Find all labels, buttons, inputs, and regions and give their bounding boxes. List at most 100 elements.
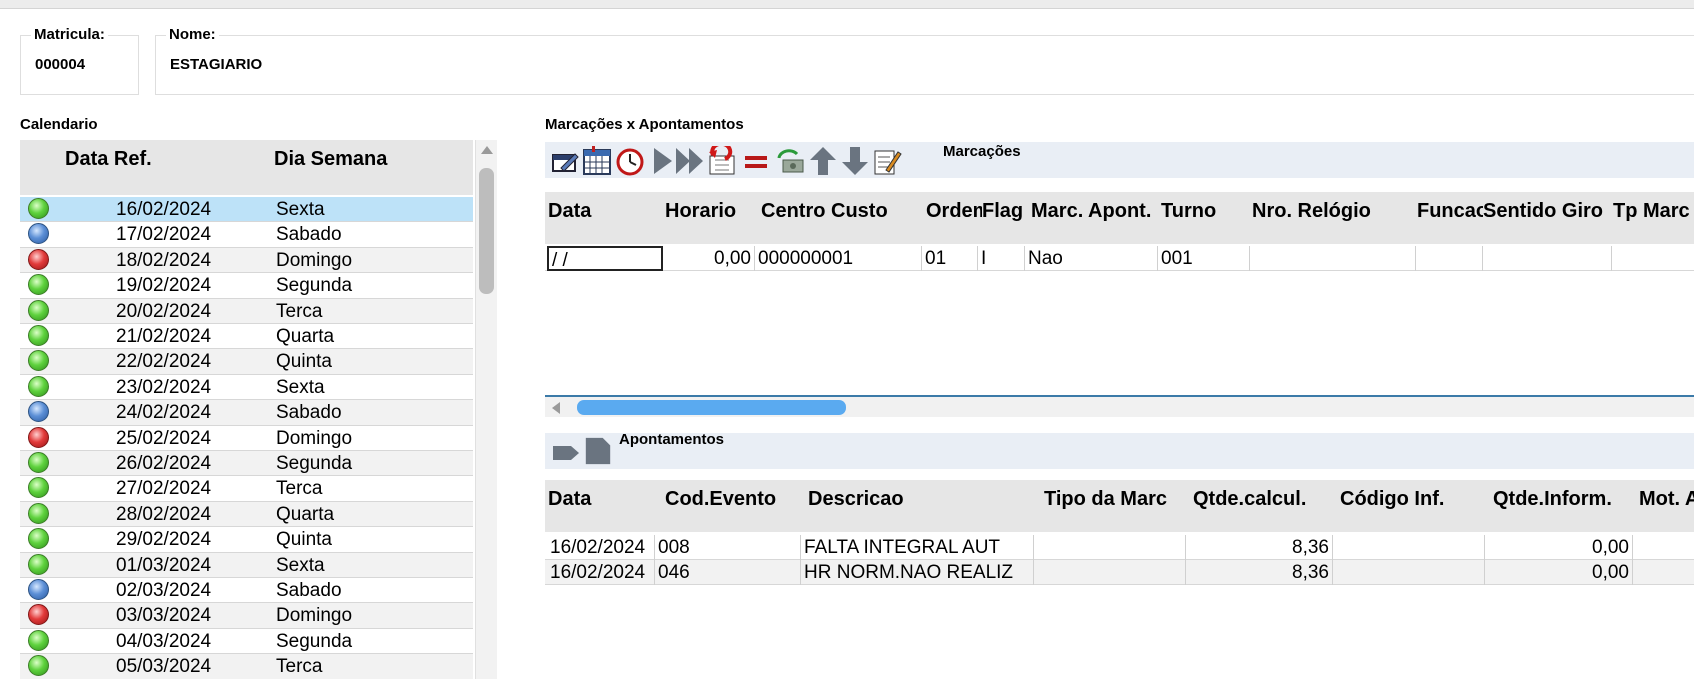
play-icon[interactable] <box>648 146 678 176</box>
data-cell[interactable]: 16/02/2024 <box>547 535 655 560</box>
descricao-cell[interactable]: FALTA INTEGRAL AUT <box>801 535 1034 560</box>
green-status-icon <box>28 502 49 524</box>
tipo-cell[interactable] <box>1034 560 1186 585</box>
calendar-day: Terca <box>276 478 323 500</box>
col-sentido-giro[interactable]: Sentido Giro <box>1483 200 1612 223</box>
col-marc-apont[interactable]: Marc. Apont. <box>1031 200 1159 223</box>
col-data[interactable]: Data <box>548 488 658 511</box>
fast-forward-icon[interactable] <box>675 146 705 176</box>
col-data[interactable]: Data <box>548 200 653 223</box>
col-qtde-inform[interactable]: Qtde.Inform. <box>1493 488 1633 511</box>
data-cell[interactable]: 16/02/2024 <box>547 560 655 585</box>
tipo-cell[interactable] <box>1034 535 1186 560</box>
green-status-icon <box>28 629 49 651</box>
cod-cell[interactable]: 008 <box>655 535 801 560</box>
calendar-row[interactable]: 16/02/2024 Sexta <box>20 197 473 223</box>
col-descricao[interactable]: Descricao <box>808 488 1008 511</box>
calendar-row[interactable]: 25/02/2024 Domingo <box>20 425 473 451</box>
cod-inf-cell[interactable] <box>1333 535 1485 560</box>
calendar-row[interactable]: 22/02/2024 Quinta <box>20 349 473 375</box>
scroll-thumb[interactable] <box>479 168 494 294</box>
col-qtde-calcul[interactable]: Qtde.calcul. <box>1193 488 1333 511</box>
calendar-row[interactable]: 20/02/2024 Terca <box>20 298 473 324</box>
calendar-row[interactable]: 27/02/2024 Terca <box>20 476 473 502</box>
calendar-row[interactable]: 03/03/2024 Domingo <box>20 603 473 629</box>
col-codigo-inf[interactable]: Código Inf. <box>1340 488 1480 511</box>
calendar-row[interactable]: 19/02/2024 Segunda <box>20 273 473 299</box>
green-status-icon <box>28 198 49 219</box>
col-tipo-marc[interactable]: Tipo da Marc <box>1044 488 1184 511</box>
col-data-ref[interactable]: Data Ref. <box>65 148 152 171</box>
tp-marc-cell[interactable] <box>1612 246 1694 271</box>
col-mot-a[interactable]: Mot. A <box>1639 488 1694 511</box>
notes-icon[interactable] <box>872 146 902 176</box>
col-ordem[interactable]: Ordem <box>926 200 982 223</box>
calendar-row[interactable]: 04/03/2024 Segunda <box>20 628 473 655</box>
matricula-value: 000004 <box>35 56 86 73</box>
refresh-money-icon[interactable] <box>775 146 805 176</box>
marcacoes-row[interactable]: / / 0,00 000000001 01 I Nao 001 <box>545 246 1694 271</box>
horario-cell[interactable]: 0,00 <box>663 246 755 271</box>
green-status-icon <box>28 477 49 499</box>
qtde-inform-cell[interactable]: 0,00 <box>1485 535 1633 560</box>
turno-cell[interactable]: 001 <box>1158 246 1250 271</box>
col-horario[interactable]: Horario <box>665 200 755 223</box>
calendar-date: 18/02/2024 <box>116 249 212 271</box>
nro-relogio-cell[interactable] <box>1250 246 1416 271</box>
scroll-left-icon[interactable] <box>552 402 560 414</box>
undo-icon[interactable] <box>707 146 737 176</box>
marcacoes-hscrollbar[interactable] <box>545 395 1694 417</box>
qtde-inform-cell[interactable]: 0,00 <box>1485 560 1633 585</box>
calendar-row[interactable]: 05/03/2024 Terca <box>20 654 473 679</box>
apontamentos-row[interactable]: 16/02/2024 008 FALTA INTEGRAL AUT 8,36 0,00 <box>545 535 1694 560</box>
col-funcao[interactable]: Funcao <box>1417 200 1483 223</box>
calendar-row[interactable]: 26/02/2024 Segunda <box>20 451 473 477</box>
calendar-row[interactable]: 21/02/2024 Quarta <box>20 324 473 350</box>
calendar-row[interactable]: 17/02/2024 Sabado <box>20 222 473 248</box>
calendar-row[interactable]: 02/03/2024 Sabado <box>20 578 473 604</box>
calendar-row[interactable]: 28/02/2024 Quarta <box>20 501 473 528</box>
cod-cell[interactable]: 046 <box>655 560 801 585</box>
sentido-giro-cell[interactable] <box>1483 246 1612 271</box>
funcao-cell[interactable] <box>1416 246 1483 271</box>
calendar-icon[interactable] <box>582 146 612 176</box>
calendar-row[interactable]: 23/02/2024 Sexta <box>20 374 473 401</box>
arrow-down-icon[interactable] <box>840 146 870 176</box>
data-input[interactable]: / / <box>547 246 663 271</box>
descricao-cell[interactable]: HR NORM.NAO REALIZ <box>801 560 1034 585</box>
marc-apont-cell[interactable]: Nao <box>1025 246 1158 271</box>
qtde-calc-cell[interactable]: 8,36 <box>1186 560 1333 585</box>
ordem-cell[interactable]: 01 <box>922 246 978 271</box>
marcacoes-toolbar: Marcações <box>545 142 1694 178</box>
col-centro-custo[interactable]: Centro Custo <box>761 200 916 223</box>
calendar-row[interactable]: 29/02/2024 Quinta <box>20 527 473 553</box>
edit-icon[interactable] <box>551 146 581 176</box>
calendar-scrollbar[interactable] <box>475 140 497 679</box>
hscroll-thumb[interactable] <box>577 400 846 415</box>
pointer-icon[interactable] <box>551 438 581 468</box>
col-tp-marc[interactable]: Tp Marc <box>1613 200 1694 223</box>
scroll-up-icon[interactable] <box>481 146 493 154</box>
calendar-row[interactable]: 24/02/2024 Sabado <box>20 400 473 426</box>
document-icon[interactable] <box>583 436 613 466</box>
centro-custo-cell[interactable]: 000000001 <box>755 246 922 271</box>
green-status-icon <box>28 375 49 397</box>
col-nro-relogio[interactable]: Nro. Relógio <box>1252 200 1412 223</box>
equals-icon[interactable] <box>741 146 771 176</box>
calendar-row[interactable]: 01/03/2024 Sexta <box>20 552 473 578</box>
qtde-calc-cell[interactable]: 8,36 <box>1186 535 1333 560</box>
calendar-row[interactable]: 18/02/2024 Domingo <box>20 247 473 274</box>
arrow-up-icon[interactable] <box>808 146 838 176</box>
apontamentos-row[interactable]: 16/02/2024 046 HR NORM.NAO REALIZ 8,36 0,00 <box>545 560 1694 585</box>
col-cod-evento[interactable]: Cod.Evento <box>665 488 805 511</box>
cod-inf-cell[interactable] <box>1333 560 1485 585</box>
blue-status-icon <box>28 223 49 245</box>
col-flag[interactable]: Flag <box>982 200 1030 223</box>
calendar-grid[interactable]: Data Ref. Dia Semana 16/02/2024 Sexta 17/0… <box>20 140 473 679</box>
col-turno[interactable]: Turno <box>1161 200 1251 223</box>
calendar-date: 01/03/2024 <box>116 554 212 576</box>
flag-cell[interactable]: I <box>978 246 1025 271</box>
col-dia-semana[interactable]: Dia Semana <box>274 148 387 171</box>
clock-icon[interactable] <box>615 146 645 176</box>
nome-field[interactable] <box>155 35 1694 95</box>
